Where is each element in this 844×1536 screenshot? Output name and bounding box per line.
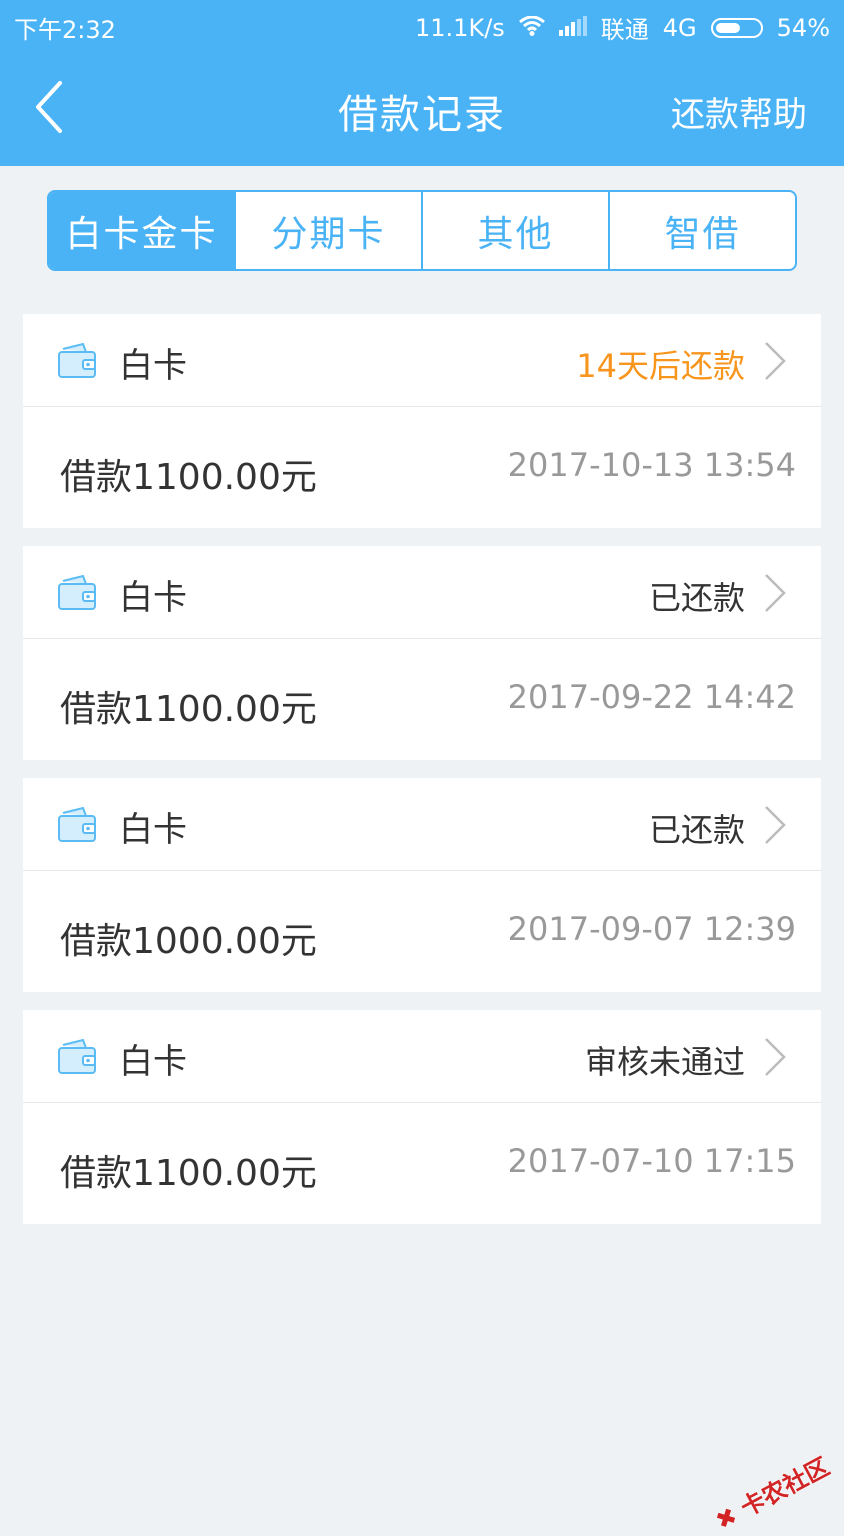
repayment-status: 14天后还款 (576, 347, 745, 385)
card-type-tabs: 白卡金卡 分期卡 其他 智借 (47, 190, 797, 271)
wifi-icon (518, 14, 545, 42)
loan-record-card[interactable]: 白卡 审核未通过 借款1100.00元 2017-07-10 17:15 (23, 1010, 821, 1224)
repayment-status: 已还款 (648, 811, 745, 849)
loan-amount: 借款1100.00元 (60, 689, 317, 730)
tab-other[interactable]: 其他 (423, 192, 610, 269)
carrier-name: 联通 (600, 16, 649, 44)
record-header: 白卡 已还款 (23, 778, 821, 871)
network-type: 4G (662, 13, 697, 42)
wallet-icon (58, 807, 96, 842)
loan-amount: 借款1000.00元 (60, 921, 317, 962)
loan-record-card[interactable]: 白卡 已还款 借款1100.00元 2017-09-22 14:42 (23, 546, 821, 760)
record-header: 白卡 14天后还款 (23, 314, 821, 407)
status-time: 下午2:32 (14, 16, 116, 44)
battery-level: 54% (776, 13, 830, 42)
card-type-label: 白卡 (119, 578, 187, 618)
loan-amount: 借款1100.00元 (60, 1153, 317, 1194)
watermark-text: 卡农社区 (735, 1452, 834, 1523)
card-type-label: 白卡 (119, 810, 187, 850)
loan-record-card[interactable]: 白卡 14天后还款 借款1100.00元 2017-10-13 13:54 (23, 314, 821, 528)
tab-white-gold-card[interactable]: 白卡金卡 (49, 192, 236, 269)
app-header: 下午2:32 11.1K/s 联通 4G 54% 借款记录 还款帮助 (0, 0, 844, 166)
network-speed: 11.1K/s (415, 13, 505, 42)
repayment-status: 已还款 (648, 579, 745, 617)
record-header: 白卡 审核未通过 (23, 1010, 821, 1103)
wallet-icon (58, 1039, 96, 1074)
record-header: 白卡 已还款 (23, 546, 821, 639)
loan-date: 2017-09-07 12:39 (507, 910, 796, 948)
status-bar: 下午2:32 11.1K/s 联通 4G 54% (0, 0, 844, 50)
repayment-help-link[interactable]: 还款帮助 (671, 87, 807, 136)
loan-record-card[interactable]: 白卡 已还款 借款1000.00元 2017-09-07 12:39 (23, 778, 821, 992)
chevron-right-icon (765, 574, 786, 612)
battery-icon (710, 17, 763, 38)
tab-installment-card[interactable]: 分期卡 (236, 192, 423, 269)
loan-date: 2017-07-10 17:15 (507, 1142, 796, 1180)
chevron-right-icon (765, 342, 786, 380)
wallet-icon (58, 343, 96, 378)
tab-smart-loan[interactable]: 智借 (610, 192, 795, 269)
card-type-label: 白卡 (119, 1042, 187, 1082)
chevron-right-icon (765, 806, 786, 844)
chevron-right-icon (765, 1038, 786, 1076)
status-indicators: 11.1K/s 联通 4G 54% (415, 10, 830, 45)
watermark: ✖ 卡农社区 (710, 1452, 834, 1536)
card-type-label: 白卡 (119, 346, 187, 386)
loan-date: 2017-09-22 14:42 (507, 678, 796, 716)
wallet-icon (58, 575, 96, 610)
repayment-status: 审核未通过 (584, 1043, 745, 1081)
signal-icon (558, 14, 587, 42)
loan-amount: 借款1100.00元 (60, 457, 317, 498)
loan-date: 2017-10-13 13:54 (507, 446, 796, 484)
